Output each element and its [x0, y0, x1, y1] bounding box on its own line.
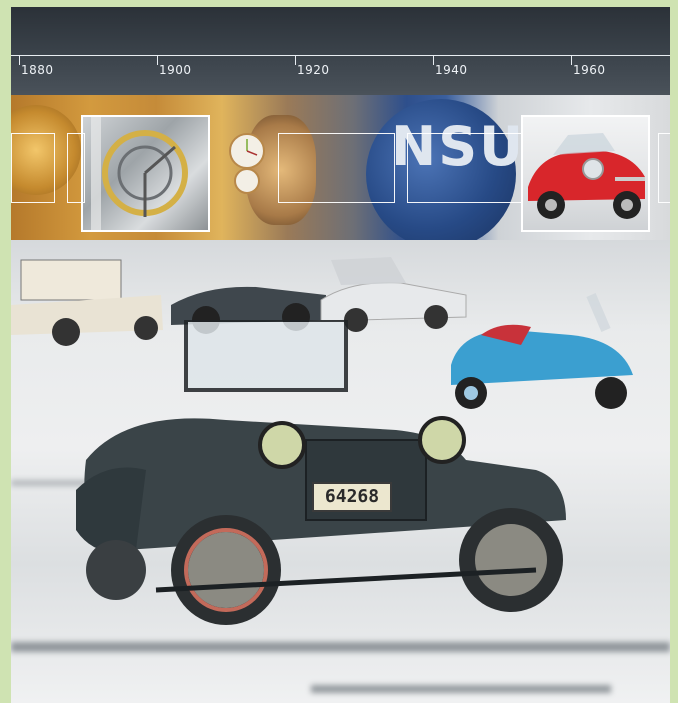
license-plate: 64268	[312, 482, 392, 512]
watch-icon	[229, 133, 265, 194]
year-label-1880: 1880	[21, 63, 54, 77]
year-label-1960: 1960	[573, 63, 606, 77]
red-sports-car-thumbnail[interactable]	[521, 115, 650, 232]
timeline-tick	[157, 55, 158, 65]
timeline-frame[interactable]	[67, 133, 85, 203]
history-image-strip: NSU	[11, 95, 670, 249]
page-frame: 1880 1900 1920 1940 1960 NSU 64268	[0, 0, 678, 703]
timeline-tick	[19, 55, 20, 65]
watch-dial-image	[227, 129, 267, 197]
year-label-1900: 1900	[159, 63, 192, 77]
motion-streak	[311, 685, 611, 693]
timeline-bar: 1880 1900 1920 1940 1960	[11, 7, 670, 95]
timeline-frame[interactable]	[278, 133, 395, 203]
clock-mechanism-thumbnail[interactable]	[81, 115, 210, 232]
timeline-frame[interactable]	[11, 133, 55, 203]
year-label-1920: 1920	[297, 63, 330, 77]
poster-canvas: 1880 1900 1920 1940 1960 NSU 64268	[11, 7, 670, 703]
timeline-tick	[295, 55, 296, 65]
red-car-icon	[528, 133, 645, 219]
timeline-tick	[571, 55, 572, 65]
timeline-frame[interactable]	[658, 133, 670, 203]
year-label-1940: 1940	[435, 63, 468, 77]
clock-mechanism-icon	[91, 117, 188, 230]
antique-roadster-image: 64268	[66, 320, 606, 650]
car-showroom-scene: 64268	[11, 240, 670, 703]
timeline-tick	[433, 55, 434, 65]
